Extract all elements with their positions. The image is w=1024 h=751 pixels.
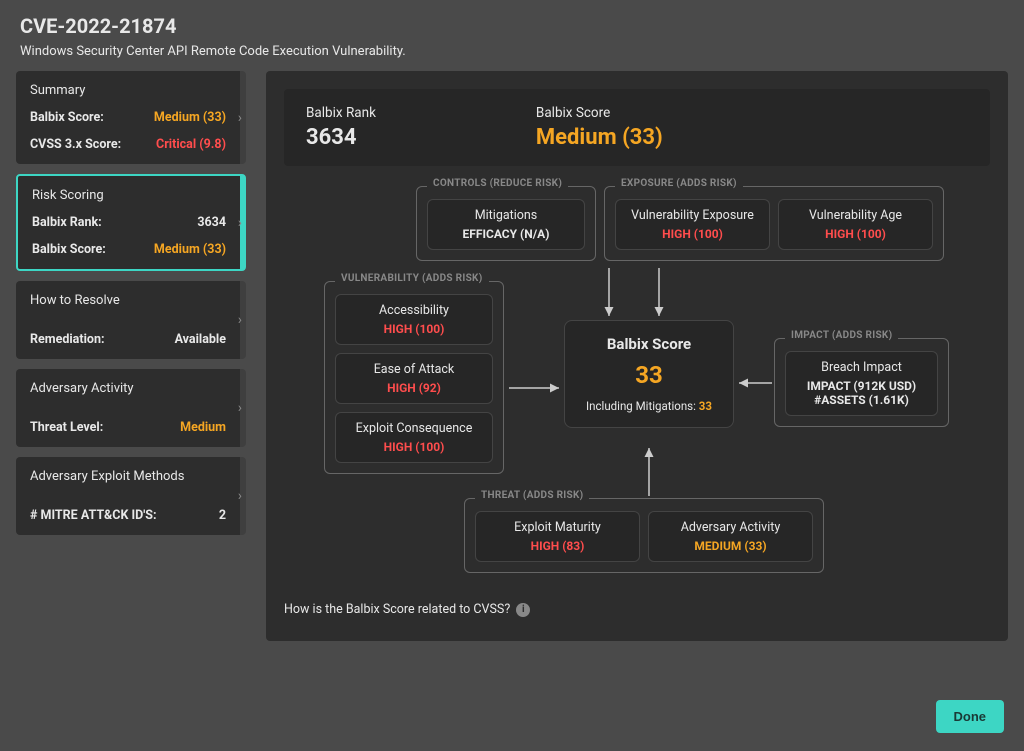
header-score-value: Medium (33) [536, 125, 663, 150]
group-controls: CONTROLS (REDUCE RISK) Mitigations EFFIC… [416, 186, 596, 261]
exposure-vuln-value: HIGH (100) [626, 227, 759, 241]
ease-title: Ease of Attack [346, 362, 482, 377]
mitigations-value: EFFICACY (N/A) [438, 227, 574, 241]
group-threat-label: THREAT (ADDS RISK) [475, 490, 589, 501]
factor-breach[interactable]: Breach Impact IMPACT (912K USD) #ASSETS … [785, 351, 938, 416]
chevron-right-icon: › [238, 312, 242, 328]
footer-question[interactable]: How is the Balbix Score related to CVSS?… [284, 602, 990, 617]
header-rank-label: Balbix Rank [306, 105, 376, 121]
balbix-score-center: Balbix Score 33 Including Mitigations: 3… [564, 320, 734, 428]
exposure-age-value: HIGH (100) [789, 227, 922, 241]
summary-cvss-label: CVSS 3.x Score: [30, 137, 121, 152]
done-button[interactable]: Done [936, 700, 1005, 733]
sidebar-item-exploit-methods[interactable]: Adversary Exploit Methods # MITRE ATT&CK… [16, 457, 246, 535]
group-impact: IMPACT (ADDS RISK) Breach Impact IMPACT … [774, 338, 949, 427]
accessibility-title: Accessibility [346, 303, 482, 318]
sidebar-item-resolve[interactable]: How to Resolve Remediation: Available › [16, 281, 246, 359]
score-label: Balbix Score: [32, 242, 106, 257]
breach-line1: IMPACT (912K USD) [796, 379, 927, 393]
risk-scoring-title: Risk Scoring [32, 188, 226, 203]
factor-ease[interactable]: Ease of Attack HIGH (92) [335, 353, 493, 404]
factor-mitigations[interactable]: Mitigations EFFICACY (N/A) [427, 199, 585, 250]
mitigations-title: Mitigations [438, 208, 574, 223]
rank-label: Balbix Rank: [32, 215, 102, 230]
group-exposure: EXPOSURE (ADDS RISK) Vulnerability Expos… [604, 186, 944, 261]
summary-title: Summary [30, 83, 226, 98]
exploit-methods-title: Adversary Exploit Methods [30, 469, 226, 484]
group-impact-label: IMPACT (ADDS RISK) [785, 330, 898, 341]
chevron-right-icon: › [238, 110, 242, 126]
factor-accessibility[interactable]: Accessibility HIGH (100) [335, 294, 493, 345]
factor-maturity[interactable]: Exploit Maturity HIGH (83) [475, 511, 640, 562]
page-title: CVE-2022-21874 [0, 0, 1024, 44]
factor-exposure-age[interactable]: Vulnerability Age HIGH (100) [778, 199, 933, 250]
info-icon: i [516, 603, 530, 617]
consequence-value: HIGH (100) [346, 440, 482, 454]
page-subtitle: Windows Security Center API Remote Code … [0, 44, 1024, 71]
group-vulnerability: VULNERABILITY (ADDS RISK) Accessibility … [324, 281, 504, 474]
adv-activity-value: MEDIUM (33) [659, 539, 802, 553]
center-score: 33 [575, 361, 723, 389]
accessibility-value: HIGH (100) [346, 322, 482, 336]
rank-value: 3634 [197, 215, 226, 230]
maturity-value: HIGH (83) [486, 539, 629, 553]
factor-consequence[interactable]: Exploit Consequence HIGH (100) [335, 412, 493, 463]
score-header: Balbix Rank 3634 Balbix Score Medium (33… [284, 89, 990, 166]
consequence-title: Exploit Consequence [346, 421, 482, 436]
exposure-vuln-title: Vulnerability Exposure [626, 208, 759, 223]
header-score-label: Balbix Score [536, 105, 663, 121]
group-threat: THREAT (ADDS RISK) Exploit Maturity HIGH… [464, 498, 824, 573]
score-value: Medium (33) [154, 242, 226, 257]
threat-label: Threat Level: [30, 420, 103, 435]
maturity-title: Exploit Maturity [486, 520, 629, 535]
footer-question-text: How is the Balbix Score related to CVSS? [284, 602, 510, 617]
header-rank-value: 3634 [306, 125, 376, 150]
mitre-label: # MITRE ATT&CK ID'S: [30, 508, 157, 523]
factor-adv-activity[interactable]: Adversary Activity MEDIUM (33) [648, 511, 813, 562]
exposure-age-title: Vulnerability Age [789, 208, 922, 223]
ease-value: HIGH (92) [346, 381, 482, 395]
sidebar: Summary Balbix Score: Medium (33) CVSS 3… [16, 71, 246, 641]
rem-label: Remediation: [30, 332, 105, 347]
sidebar-item-risk-scoring[interactable]: Risk Scoring Balbix Rank: 3634 Balbix Sc… [16, 174, 246, 271]
adv-activity-title: Adversary Activity [659, 520, 802, 535]
resolve-title: How to Resolve [30, 293, 226, 308]
chevron-right-icon: › [238, 488, 242, 504]
main-panel: Balbix Rank 3634 Balbix Score Medium (33… [266, 71, 1008, 641]
breach-line2: #ASSETS (1.61K) [796, 393, 927, 407]
summary-balbix-score-label: Balbix Score: [30, 110, 104, 125]
center-including: Including Mitigations: 33 [575, 399, 723, 413]
rem-value: Available [175, 332, 226, 347]
center-title: Balbix Score [575, 335, 723, 353]
chevron-right-icon: › [238, 400, 242, 416]
group-controls-label: CONTROLS (REDUCE RISK) [427, 178, 568, 189]
threat-value: Medium [180, 420, 226, 435]
summary-cvss-value: Critical (9.8) [156, 137, 226, 152]
sidebar-item-adversary[interactable]: Adversary Activity Threat Level: Medium … [16, 369, 246, 447]
mitre-value: 2 [219, 508, 226, 523]
group-exposure-label: EXPOSURE (ADDS RISK) [615, 178, 743, 189]
chevron-right-icon: › [238, 215, 242, 231]
breach-title: Breach Impact [796, 360, 927, 375]
adversary-title: Adversary Activity [30, 381, 226, 396]
factor-exposure-vuln[interactable]: Vulnerability Exposure HIGH (100) [615, 199, 770, 250]
group-vulnerability-label: VULNERABILITY (ADDS RISK) [335, 273, 489, 284]
summary-balbix-score-value: Medium (33) [154, 110, 226, 125]
sidebar-item-summary[interactable]: Summary Balbix Score: Medium (33) CVSS 3… [16, 71, 246, 164]
